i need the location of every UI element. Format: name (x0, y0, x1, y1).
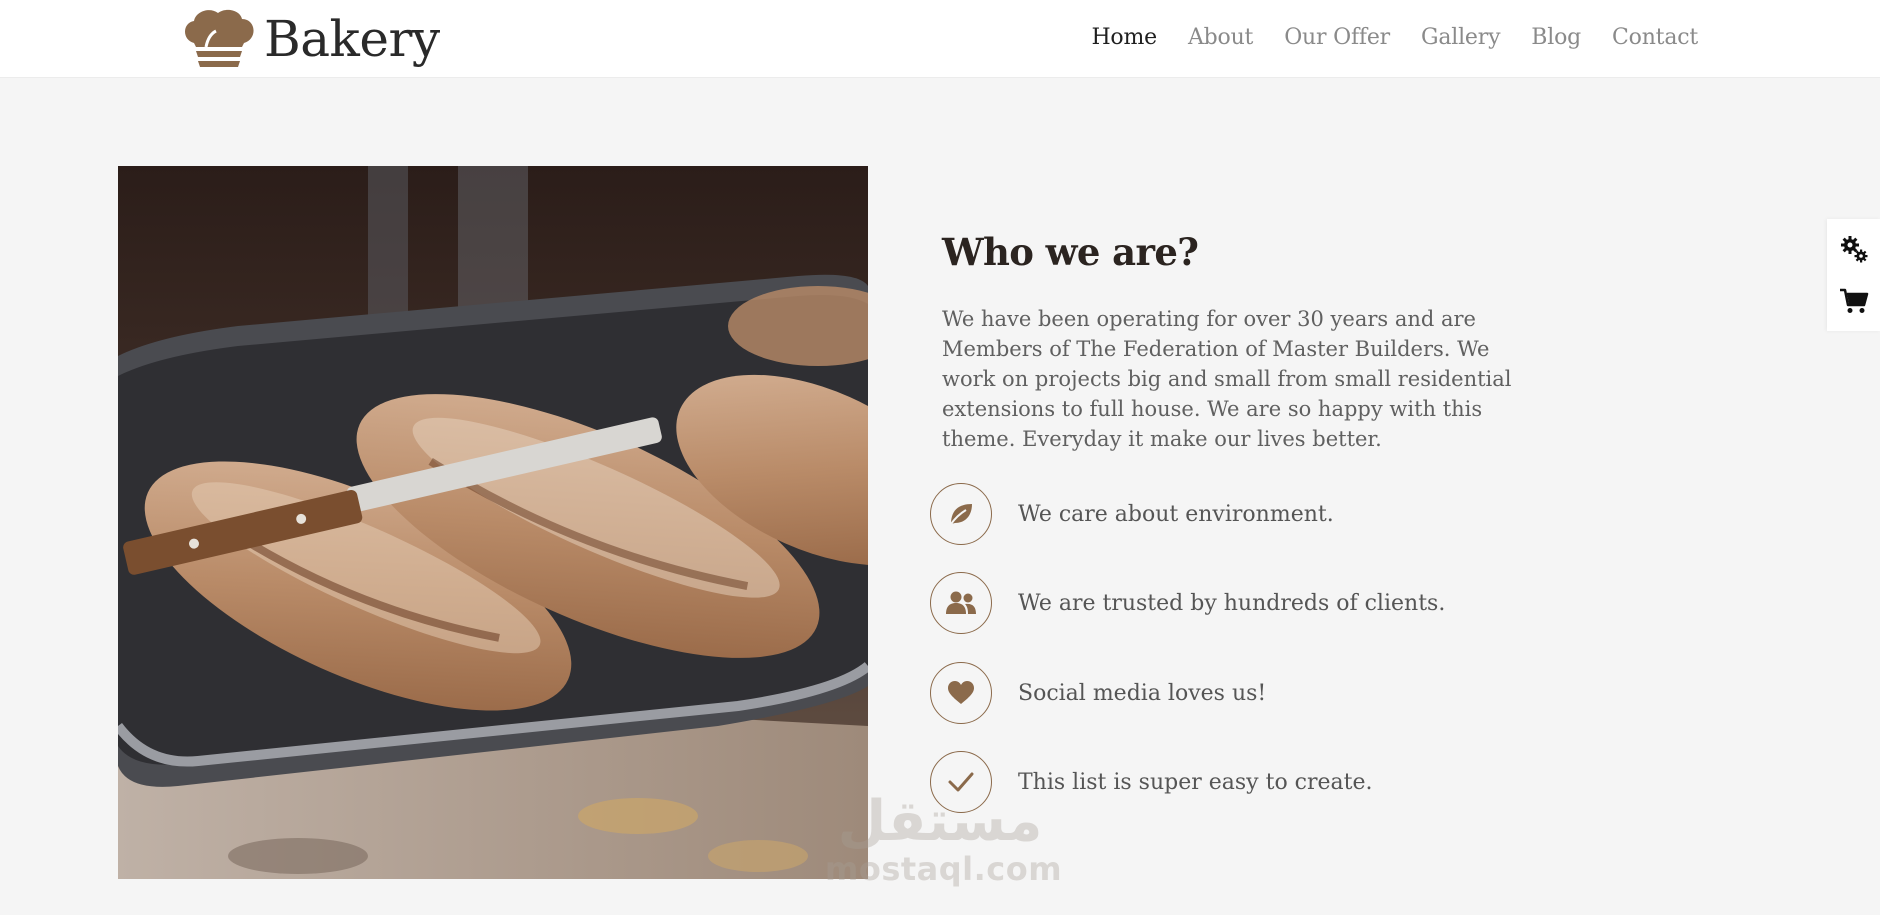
side-widget (1827, 219, 1880, 331)
settings-gears-icon (1840, 236, 1867, 263)
section-description: We have been operating for over 30 years… (942, 307, 1512, 451)
feature-icon-circle (930, 572, 992, 634)
leaf-icon (950, 504, 972, 525)
users-icon (946, 591, 976, 614)
chef-hat-icon (185, 9, 254, 67)
feature-text: We are trusted by hundreds of clients. (1018, 590, 1446, 616)
feature-text: This list is super easy to create. (1018, 769, 1373, 795)
nav-about[interactable]: About (1188, 25, 1253, 50)
feature-text: We care about environment. (1018, 501, 1334, 527)
site-header: Bakery Home About Our Offer Gallery Blog… (0, 0, 1880, 78)
shopping-cart-icon (1839, 288, 1868, 313)
feature-icon-circle (930, 662, 992, 724)
feature-text: Social media loves us! (1018, 680, 1267, 706)
nav-gallery[interactable]: Gallery (1421, 25, 1501, 50)
feature-item: Social media loves us! (930, 661, 1630, 725)
main-nav: Home About Our Offer Gallery Blog Contac… (1091, 0, 1698, 74)
brand-logo[interactable]: Bakery (180, 0, 440, 78)
brand-name: Bakery (264, 10, 440, 68)
settings-button[interactable] (1827, 223, 1880, 275)
watermark: مستقل mostaql.com (825, 789, 1063, 888)
nav-our-offer[interactable]: Our Offer (1284, 25, 1390, 50)
watermark-latin: mostaql.com (825, 850, 1063, 888)
watermark-arabic: مستقل (837, 789, 1043, 854)
nav-home[interactable]: Home (1091, 25, 1157, 50)
feature-item: We are trusted by hundreds of clients. (930, 571, 1630, 635)
nav-contact[interactable]: Contact (1612, 25, 1698, 50)
heart-icon (948, 681, 974, 704)
bread-tray-photo (118, 166, 868, 879)
section-title: Who we are? (942, 230, 1199, 274)
nav-blog[interactable]: Blog (1531, 25, 1581, 50)
feature-item: We care about environment. (930, 482, 1630, 546)
cart-button[interactable] (1827, 275, 1880, 327)
about-section: Who we are? We have been operating for o… (942, 230, 1542, 454)
feature-icon-circle (930, 483, 992, 545)
